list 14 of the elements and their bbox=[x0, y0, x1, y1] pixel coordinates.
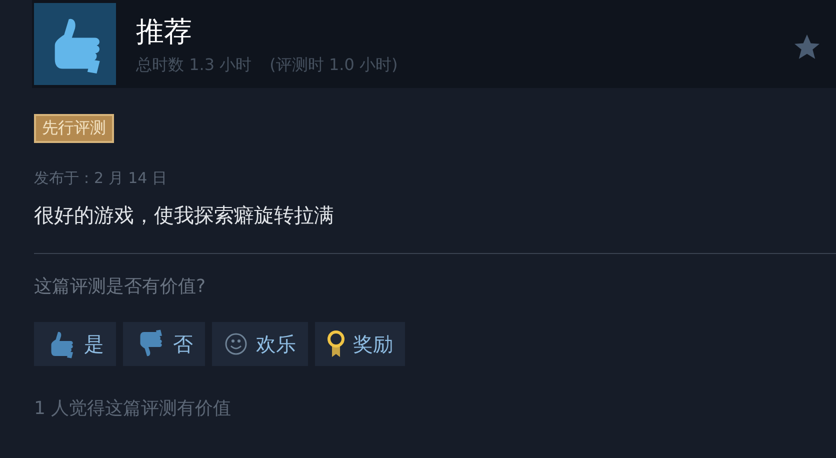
medal-icon bbox=[327, 330, 345, 358]
total-playtime: 总时数 1.3 小时 bbox=[136, 54, 252, 76]
review-verdict: 推荐 bbox=[136, 14, 193, 50]
smiley-icon bbox=[224, 332, 248, 356]
vote-button[interactable]: 欢乐 bbox=[212, 322, 308, 366]
vote-button[interactable]: 奖励 bbox=[315, 322, 405, 366]
helpful-count: 1 人觉得这篇评测有价值 bbox=[34, 397, 232, 420]
posted-date: 发布于：2 月 14 日 bbox=[34, 169, 168, 188]
helpful-question: 这篇评测是否有价值? bbox=[34, 275, 207, 298]
review-text: 很好的游戏，使我探索癖旋转拉满 bbox=[34, 202, 335, 229]
vote-button[interactable]: 否 bbox=[123, 322, 205, 366]
early-access-badge: 先行评测 bbox=[34, 114, 114, 143]
vote-button[interactable]: 是 bbox=[34, 322, 116, 366]
review-playtime: (评测时 1.0 小时) bbox=[270, 54, 398, 76]
